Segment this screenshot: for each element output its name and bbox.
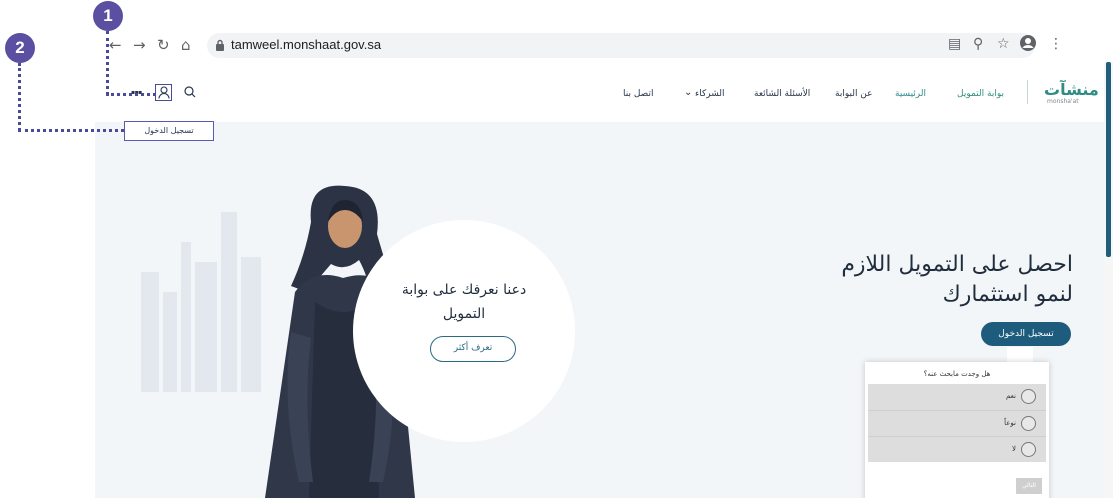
hero-login-button[interactable]: تسجيل الدخول: [981, 322, 1071, 346]
monshaat-logo[interactable]: منشآت: [1044, 80, 1099, 99]
search-icon[interactable]: [184, 86, 196, 98]
translate-icon[interactable]: ▤: [948, 36, 961, 52]
learn-more-button[interactable]: تعرف أكثر: [430, 336, 516, 362]
skyline-building: [195, 262, 217, 392]
skyline-building: [163, 292, 177, 392]
screenshot-stage: ← → ↻ ⌂ tamweel.monshaat.gov.sa ▤ ⚲ ☆ ⋮: [0, 0, 1113, 498]
scrollbar-thumb[interactable]: [1106, 62, 1111, 257]
radio-icon[interactable]: [1021, 416, 1036, 431]
page-scrollbar[interactable]: [1104, 62, 1113, 498]
survey-option-somewhat[interactable]: نوعاً: [868, 410, 1046, 436]
login-dropdown-item[interactable]: تسجيل الدخول: [124, 121, 214, 141]
survey-question: هل وجدت مابحث عنه؟: [923, 370, 991, 378]
monshaat-logo-subtitle: monsha'at: [1047, 98, 1079, 105]
feedback-survey: هل وجدت مابحث عنه؟ نعم نوعاً لا التالي: [865, 362, 1049, 498]
skyline-building: [221, 212, 237, 392]
skyline-building: [181, 242, 191, 392]
survey-next-button[interactable]: التالي: [1016, 478, 1042, 494]
logo-divider: [1027, 80, 1028, 104]
annotation-connector: [106, 31, 109, 95]
profile-icon[interactable]: [1019, 34, 1037, 52]
step-badge-2: 2: [5, 33, 35, 63]
lock-icon: [216, 39, 224, 51]
survey-option-no[interactable]: لا: [868, 436, 1046, 462]
url-text: tamweel.monshaat.gov.sa: [231, 37, 382, 52]
nav-portal[interactable]: بوابة التمويل: [957, 89, 1004, 99]
menu-icon[interactable]: ⋮: [1049, 36, 1063, 52]
survey-option-yes[interactable]: نعم: [868, 384, 1046, 410]
address-bar[interactable]: tamweel.monshaat.gov.sa: [207, 33, 1035, 58]
star-icon[interactable]: ☆: [997, 36, 1010, 52]
nav-home[interactable]: الرئيسية: [895, 89, 926, 99]
reload-icon[interactable]: ↻: [157, 37, 170, 53]
page-viewport: اتصل بنا الشركاء ⌄ الأسئلة الشائعة عن ال…: [95, 62, 1104, 498]
survey-option-label: نوعاً: [1004, 419, 1016, 427]
annotation-connector: [106, 93, 156, 96]
nav-partners[interactable]: الشركاء: [695, 89, 725, 99]
skyline-building: [141, 272, 159, 392]
intro-title: دعنا نعرفك على بوابة التمويل: [401, 282, 527, 322]
radio-icon[interactable]: [1021, 389, 1036, 404]
nav-contact[interactable]: اتصل بنا: [623, 89, 653, 99]
survey-option-label: نعم: [1006, 392, 1016, 400]
radio-icon[interactable]: [1021, 442, 1036, 457]
zoom-icon[interactable]: ⚲: [973, 36, 983, 52]
annotation-connector: [18, 129, 124, 132]
site-header: اتصل بنا الشركاء ⌄ الأسئلة الشائعة عن ال…: [95, 62, 1104, 122]
annotation-connector: [18, 63, 21, 131]
survey-option-label: لا: [1012, 445, 1016, 453]
survey-tab[interactable]: [1007, 347, 1033, 363]
nav-about[interactable]: عن البوابة: [835, 89, 873, 99]
forward-icon[interactable]: →: [133, 37, 146, 53]
hero-title: احصل على التمويل اللازم لنمو استثمارك: [841, 252, 1073, 307]
back-icon[interactable]: ←: [109, 37, 122, 53]
intro-card: دعنا نعرفك على بوابة التمويل تعرف أكثر: [353, 220, 575, 442]
step-badge-1: 1: [93, 1, 123, 31]
user-icon-highlight: [155, 84, 172, 101]
home-icon[interactable]: ⌂: [181, 37, 191, 53]
survey-options: نعم نوعاً لا: [868, 384, 1046, 462]
nav-faq[interactable]: الأسئلة الشائعة: [754, 89, 810, 99]
chevron-down-icon[interactable]: ⌄: [684, 87, 692, 98]
browser-toolbar: ← → ↻ ⌂ tamweel.monshaat.gov.sa ▤ ⚲ ☆ ⋮: [95, 28, 1113, 62]
